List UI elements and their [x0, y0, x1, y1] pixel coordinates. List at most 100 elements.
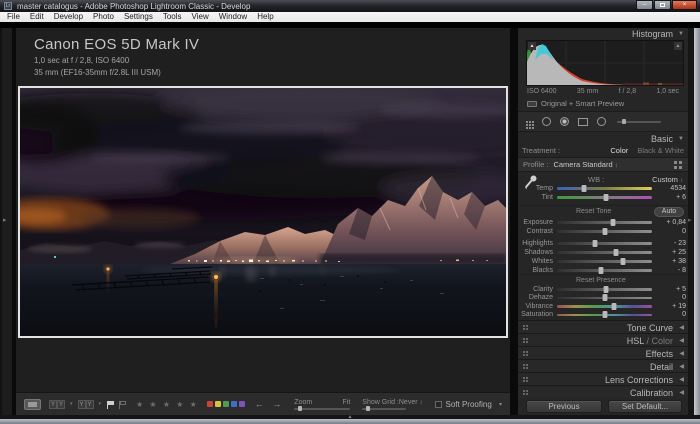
slider-track[interactable] — [557, 218, 652, 226]
color-label-chip[interactable] — [230, 401, 237, 407]
menu-help[interactable]: Help — [252, 12, 278, 22]
adjustment-brush-slider[interactable] — [617, 118, 661, 124]
collapse-arrow-icon[interactable]: ▼ — [678, 31, 684, 37]
menu-file[interactable]: File — [2, 12, 25, 22]
slider-track[interactable] — [557, 248, 652, 256]
treatment-bw-option[interactable]: Black & White — [637, 146, 684, 155]
shadow-clipping-icon[interactable]: ▲ — [528, 42, 536, 50]
before-after-tb-button[interactable]: YY — [77, 399, 94, 409]
slider-track[interactable] — [557, 294, 652, 301]
solo-mode-icon[interactable] — [523, 377, 525, 379]
panel-calibration[interactable]: Calibration ◀ — [518, 385, 688, 398]
menu-settings[interactable]: Settings — [119, 12, 158, 22]
slider-thumb[interactable] — [613, 248, 619, 256]
prev-next-arrows[interactable]: ← → — [255, 399, 285, 409]
grid-value[interactable]: Never ↕ — [399, 399, 423, 406]
slider-track[interactable] — [557, 302, 652, 310]
slider-thumb[interactable] — [581, 184, 587, 192]
menu-edit[interactable]: Edit — [25, 12, 49, 22]
menu-photo[interactable]: Photo — [88, 12, 119, 22]
menu-develop[interactable]: Develop — [49, 12, 88, 22]
slider-track[interactable] — [557, 227, 652, 235]
histogram-chart[interactable]: ▲ ▲ — [526, 40, 684, 86]
minimize-button[interactable]: – — [636, 0, 653, 10]
zoom-slider[interactable] — [294, 405, 351, 411]
left-panel-collapsed[interactable]: ▸ — [2, 28, 12, 419]
loupe-view-icon[interactable] — [24, 398, 41, 410]
slider-track[interactable] — [557, 239, 652, 247]
close-button[interactable]: × — [672, 0, 697, 10]
before-after-dropdown-icon[interactable]: ▾ — [70, 401, 73, 407]
slider-thumb[interactable] — [598, 266, 604, 274]
color-label-chip[interactable] — [222, 401, 229, 407]
color-label-chip[interactable] — [238, 401, 245, 407]
slider-track[interactable] — [557, 285, 652, 293]
slider-thumb[interactable] — [602, 294, 607, 301]
slider-thumb[interactable] — [602, 311, 607, 318]
solo-mode-icon[interactable] — [523, 351, 525, 353]
soft-proofing-checkbox[interactable] — [434, 400, 442, 408]
color-label-chip[interactable] — [206, 401, 213, 407]
toolbar-options-icon[interactable]: ▾ — [499, 401, 502, 408]
slider-track[interactable] — [557, 257, 652, 265]
expand-arrow-icon[interactable]: ◀ — [679, 337, 684, 344]
solo-mode-icon[interactable] — [523, 325, 525, 327]
expand-arrow-icon[interactable]: ◀ — [679, 389, 684, 396]
crop-overlay-icon[interactable] — [526, 120, 528, 123]
expand-arrow-icon[interactable]: ◀ — [679, 363, 684, 370]
photo-canvas[interactable] — [18, 86, 508, 338]
before-after-lr-button[interactable]: YY — [49, 399, 65, 409]
grid-size-slider[interactable] — [362, 405, 407, 411]
before-after-dropdown2-icon[interactable]: ▾ — [99, 401, 102, 407]
solo-mode-icon[interactable] — [523, 364, 525, 366]
profile-browser-icon[interactable] — [674, 161, 677, 164]
fit-label[interactable]: Fit — [343, 399, 351, 406]
maximize-button[interactable] — [654, 0, 671, 10]
set-default-button[interactable]: Set Default... — [608, 400, 682, 413]
expand-arrow-icon[interactable]: ◀ — [679, 350, 684, 357]
menu-tools[interactable]: Tools — [158, 12, 187, 22]
expand-left-panel-icon[interactable]: ▸ — [3, 216, 7, 224]
slider-thumb[interactable] — [603, 285, 609, 293]
solo-mode-icon[interactable] — [523, 338, 525, 340]
slider-thumb[interactable] — [602, 227, 607, 235]
basic-header[interactable]: Basic ▼ — [518, 131, 688, 144]
collapse-arrow-icon[interactable]: ▼ — [678, 136, 684, 142]
highlight-clipping-icon[interactable]: ▲ — [674, 42, 682, 50]
panel-hsl[interactable]: HSL / Color ◀ — [518, 333, 688, 346]
reset-tone-label[interactable]: Reset Tone — [576, 208, 611, 215]
red-eye-icon[interactable] — [560, 117, 569, 126]
panel-effects[interactable]: Effects ◀ — [518, 346, 688, 359]
slider-thumb[interactable] — [611, 302, 617, 310]
menu-window[interactable]: Window — [214, 12, 252, 22]
slider-track[interactable] — [557, 193, 652, 201]
color-labels[interactable] — [206, 401, 245, 407]
expand-arrow-icon[interactable]: ◀ — [679, 376, 684, 383]
color-label-chip[interactable] — [214, 401, 221, 407]
panel-lens-corrections[interactable]: Lens Corrections ◀ — [518, 372, 688, 385]
expand-arrow-icon[interactable]: ◀ — [679, 324, 684, 331]
soft-proofing-control[interactable]: Soft Proofing — [434, 400, 492, 409]
treatment-color-option[interactable]: Color — [610, 146, 628, 155]
flag-reject-icon[interactable] — [118, 400, 127, 409]
flag-pick-icon[interactable] — [106, 400, 115, 409]
star-rating[interactable]: ★ ★ ★ ★ ★ — [136, 400, 199, 409]
collapse-right-panel-icon[interactable]: ▸ — [688, 216, 692, 224]
spot-removal-icon[interactable] — [542, 117, 551, 126]
previous-button[interactable]: Previous — [526, 400, 602, 413]
radial-filter-icon[interactable] — [597, 117, 606, 126]
slider-thumb[interactable] — [610, 218, 616, 226]
slider-thumb[interactable] — [603, 193, 609, 201]
slider-thumb[interactable] — [592, 239, 598, 247]
profile-select[interactable]: Camera Standard ↕ — [553, 160, 617, 169]
histogram-header[interactable]: Histogram ▼ — [518, 28, 688, 40]
slider-thumb[interactable] — [620, 257, 626, 265]
auto-button[interactable]: Auto — [654, 207, 684, 217]
panel-tone-curve[interactable]: Tone Curve ◀ — [518, 320, 688, 333]
slider-track[interactable] — [557, 311, 652, 318]
slider-track[interactable] — [557, 184, 652, 192]
wb-select[interactable]: Custom ↕ — [652, 175, 683, 184]
panel-detail[interactable]: Detail ◀ — [518, 359, 688, 372]
solo-mode-icon[interactable] — [523, 390, 525, 392]
graduated-filter-icon[interactable] — [578, 117, 588, 126]
